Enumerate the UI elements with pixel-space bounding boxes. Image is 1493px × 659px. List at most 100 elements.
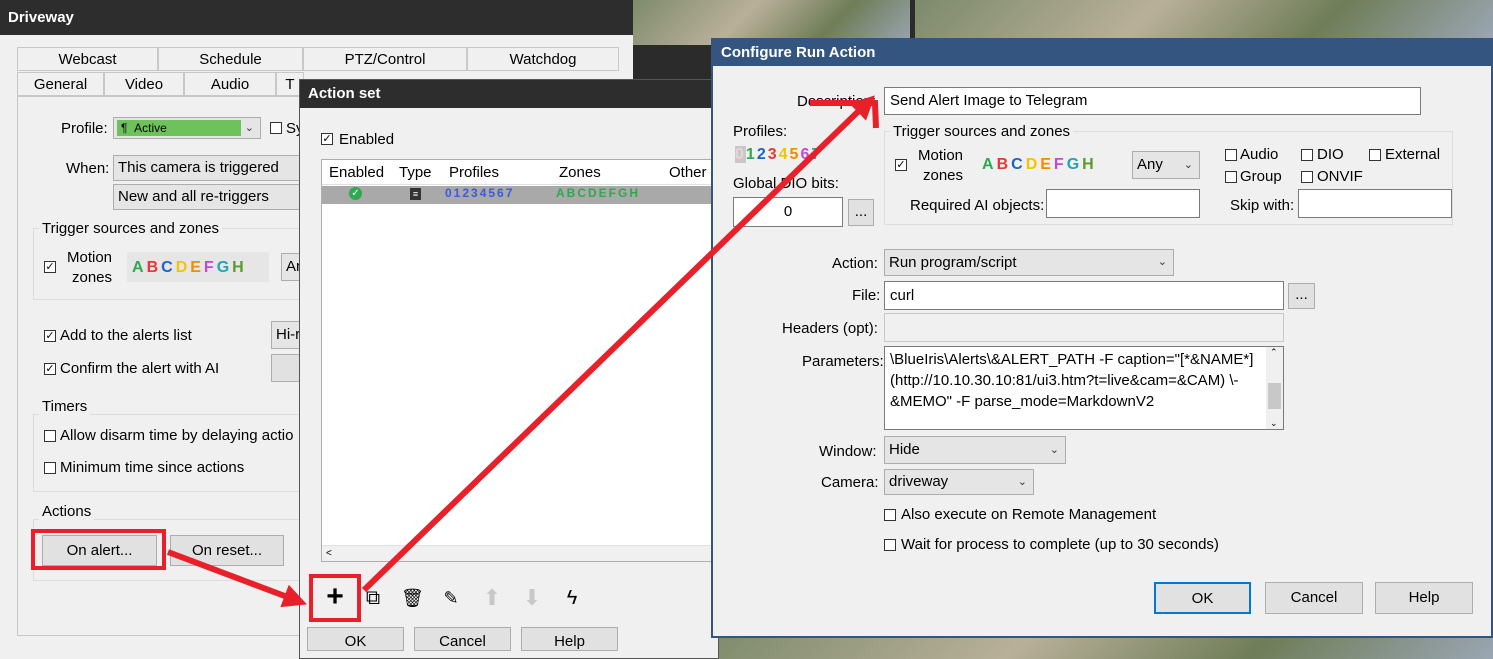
tab-ptz-control[interactable]: PTZ/Control: [303, 47, 467, 71]
tab-audio[interactable]: Audio: [184, 72, 276, 96]
zone-b: B: [146, 259, 159, 276]
trigger-group-title: Trigger sources and zones: [39, 220, 223, 237]
camera-select[interactable]: driveway ⌄: [884, 469, 1034, 495]
trash-icon[interactable]: 🗑: [401, 587, 424, 609]
tab-watchdog[interactable]: Watchdog: [467, 47, 619, 71]
motion-label: Motion: [918, 147, 964, 164]
confirm-ai-checkbox[interactable]: ✓: [44, 363, 56, 375]
list-header: Enabled Type Profiles Zones Other s: [322, 160, 718, 186]
arrow-up-icon[interactable]: ⬆: [479, 585, 505, 611]
motion-zones-selector[interactable]: ABCDEFGH: [127, 252, 269, 282]
remote-mgmt-checkbox[interactable]: [884, 509, 896, 521]
zones-label: zones: [923, 167, 964, 184]
cancel-button[interactable]: Cancel: [1265, 582, 1363, 614]
skip-with-field[interactable]: [1298, 189, 1452, 218]
group-label: Group: [1240, 168, 1282, 185]
profile-select[interactable]: ¶ Active ⌄: [113, 117, 261, 139]
group-checkbox[interactable]: [1225, 171, 1237, 183]
profile-active-swatch: ¶ Active: [117, 120, 241, 136]
chevron-left-icon: <: [326, 548, 332, 559]
chevron-down-icon: ⌄: [1183, 159, 1193, 171]
parameters-scrollbar[interactable]: ⌃ ⌄: [1266, 347, 1283, 429]
driveway-title: Driveway: [8, 9, 74, 26]
check-circle-icon: ✓: [349, 187, 362, 200]
action-list[interactable]: Enabled Type Profiles Zones Other s ✓ ≡ …: [321, 159, 719, 562]
add-to-alerts-checkbox[interactable]: ✓: [44, 330, 56, 342]
ok-button[interactable]: OK: [1154, 582, 1251, 614]
tab-video[interactable]: Video: [104, 72, 184, 96]
motion-zones-checkbox[interactable]: ✓: [44, 261, 56, 273]
dio-checkbox[interactable]: [1301, 149, 1313, 161]
horizontal-scrollbar[interactable]: <: [322, 545, 718, 561]
action-set-title: Action set: [308, 85, 381, 102]
col-zones[interactable]: Zones: [559, 160, 601, 186]
headers-field[interactable]: [884, 313, 1284, 342]
profiles-selector[interactable]: 01234567: [735, 146, 822, 164]
add-to-alerts-label: Add to the alerts list: [60, 327, 192, 344]
global-dio-field[interactable]: 0: [733, 197, 843, 227]
zone-c: C: [1011, 156, 1023, 173]
global-dio-label: Global DIO bits:: [733, 175, 839, 192]
zones-any-select[interactable]: Any ⌄: [1132, 151, 1200, 179]
scroll-thumb[interactable]: [1268, 383, 1281, 409]
headers-label: Headers (opt):: [782, 320, 878, 337]
copy-add-icon[interactable]: ⧉: [362, 587, 384, 609]
file-browse-button[interactable]: ...: [1288, 283, 1315, 309]
wait-process-label: Wait for process to complete (up to 30 s…: [901, 536, 1219, 553]
action-set-help-button[interactable]: Help: [521, 627, 618, 651]
required-ai-field[interactable]: [1046, 189, 1200, 218]
retrigger-select[interactable]: New and all re-triggers: [113, 184, 303, 210]
row-profiles: 01234567: [445, 186, 515, 200]
description-label: Description:: [797, 93, 877, 110]
param-line-2: (http://10.10.30.10:81/ui3.htm?t=live&ca…: [890, 372, 1239, 389]
camera-value: driveway: [889, 473, 949, 490]
add-icon[interactable]: +: [322, 582, 348, 612]
chevron-up-icon: ⌃: [1270, 347, 1278, 357]
file-label: File:: [852, 287, 881, 304]
action-set-cancel-button[interactable]: Cancel: [414, 627, 511, 651]
window-select[interactable]: Hide ⌄: [884, 436, 1066, 464]
parameters-field[interactable]: \BlueIris\Alerts\&ALERT_PATH -F caption=…: [884, 346, 1284, 430]
lightning-icon[interactable]: ϟ: [559, 585, 585, 611]
motion-zones-selector[interactable]: ABCDEFGH: [982, 151, 1097, 178]
zone-e: E: [1040, 156, 1051, 173]
when-select[interactable]: This camera is triggered: [113, 155, 303, 181]
wait-process-checkbox[interactable]: [884, 539, 896, 551]
action-set-enabled-checkbox[interactable]: ✓: [321, 133, 333, 145]
driveway-titlebar: Driveway: [0, 0, 633, 35]
zones-label: zones: [72, 269, 113, 286]
action-set-ok-button[interactable]: OK: [307, 627, 404, 651]
min-time-checkbox[interactable]: [44, 462, 56, 474]
help-button[interactable]: Help: [1375, 582, 1473, 614]
profile-icon: ¶: [121, 121, 128, 135]
description-field[interactable]: Send Alert Image to Telegram: [884, 87, 1421, 115]
zone-f: F: [1053, 156, 1064, 173]
arrow-down-icon[interactable]: ⬇: [519, 585, 545, 611]
profile-label: Profile:: [61, 120, 108, 137]
edit-icon[interactable]: ✎: [440, 587, 462, 609]
zone-c: C: [161, 259, 173, 276]
profile-3: 3: [767, 146, 779, 163]
on-reset-button[interactable]: On reset...: [170, 535, 284, 566]
tab-webcast[interactable]: Webcast: [17, 47, 158, 71]
chevron-down-icon: ⌄: [1270, 418, 1278, 428]
table-row[interactable]: ✓ ≡ 01234567 ABCDEFGH: [322, 186, 718, 204]
tab-schedule[interactable]: Schedule: [158, 47, 303, 71]
file-field[interactable]: curl: [884, 281, 1284, 310]
onvif-checkbox[interactable]: [1301, 171, 1313, 183]
global-dio-browse-button[interactable]: ...: [848, 199, 874, 226]
sync-checkbox[interactable]: [270, 122, 282, 134]
audio-checkbox[interactable]: [1225, 149, 1237, 161]
col-enabled[interactable]: Enabled: [329, 160, 384, 186]
motion-zones-checkbox[interactable]: ✓: [895, 159, 907, 171]
configure-run-action-window: Configure Run Action Description: Send A…: [711, 38, 1493, 638]
profile-value: Active: [134, 121, 167, 135]
allow-disarm-checkbox[interactable]: [44, 430, 56, 442]
action-select[interactable]: Run program/script ⌄: [884, 249, 1174, 276]
chevron-down-icon: ⌄: [1017, 476, 1027, 488]
tab-general[interactable]: General: [17, 72, 104, 96]
action-set-enabled-label: Enabled: [339, 131, 395, 148]
external-checkbox[interactable]: [1369, 149, 1381, 161]
col-profiles[interactable]: Profiles: [449, 160, 499, 186]
col-type[interactable]: Type: [399, 160, 432, 186]
